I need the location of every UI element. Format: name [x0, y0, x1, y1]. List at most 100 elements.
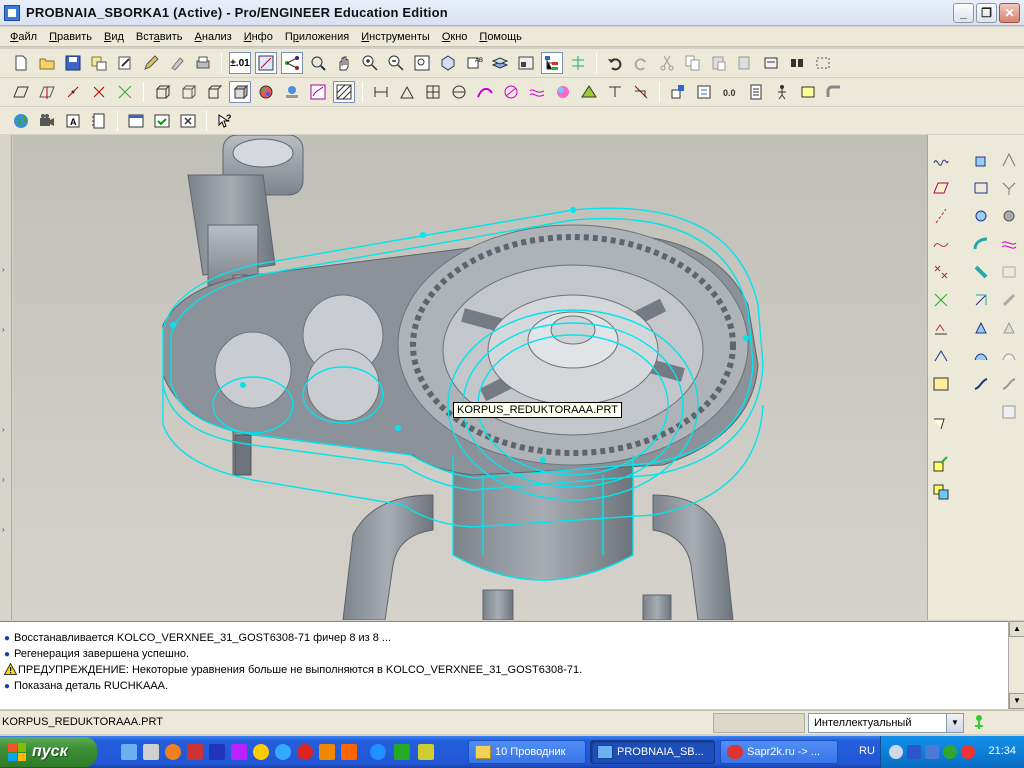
datum-plane-icon[interactable]	[930, 177, 952, 199]
expand-arrow-icon[interactable]: ›	[2, 525, 5, 534]
archive-icon[interactable]	[418, 744, 434, 760]
network-tray-icon[interactable]	[925, 745, 939, 759]
chamfer-icon[interactable]	[970, 289, 992, 311]
app-launcher-icon[interactable]	[143, 744, 159, 760]
task-browser[interactable]: Sapr2k.ru -> ...	[720, 740, 838, 764]
revolve-icon[interactable]	[970, 345, 992, 367]
csys-display-icon[interactable]	[88, 81, 110, 103]
parameters-icon[interactable]: 0.0	[719, 81, 741, 103]
open-folder-icon[interactable]	[36, 52, 58, 74]
pattern-icon[interactable]	[998, 233, 1020, 255]
media-icon[interactable]	[187, 744, 203, 760]
render-icon[interactable]	[307, 81, 329, 103]
language-indicator[interactable]: RU	[859, 745, 875, 757]
menu-view[interactable]: Вид	[98, 31, 130, 43]
graphics-viewport[interactable]: KORPUS_REDUKTORAAA.PRT	[13, 135, 927, 620]
shading-icon[interactable]	[229, 81, 251, 103]
selection-filter-dropdown[interactable]: Интеллектуальный ▼	[808, 713, 964, 733]
expand-arrow-icon[interactable]: ›	[2, 475, 5, 484]
scroll-up-icon[interactable]: ▲	[1009, 621, 1024, 637]
menu-tools[interactable]: Инструменты	[355, 31, 436, 43]
context-help-icon[interactable]: ?	[214, 110, 236, 132]
opera-icon[interactable]	[297, 744, 313, 760]
measure-diameter-icon[interactable]	[448, 81, 470, 103]
no-hidden-icon[interactable]	[203, 81, 225, 103]
expand-arrow-icon[interactable]: ›	[2, 325, 5, 334]
dihedral-icon[interactable]	[604, 81, 626, 103]
minimize-button[interactable]: _	[953, 3, 974, 23]
task-proengineer[interactable]: PROBNAIA_SB...	[590, 740, 715, 764]
merge-icon[interactable]	[998, 177, 1020, 199]
sweep-icon[interactable]	[970, 373, 992, 395]
zoom-out-icon[interactable]	[385, 52, 407, 74]
hatch-icon[interactable]	[333, 81, 355, 103]
new-file-icon[interactable]	[10, 52, 32, 74]
mirror-icon[interactable]	[998, 149, 1020, 171]
pan-hand-icon[interactable]	[333, 52, 355, 74]
note-icon[interactable]	[797, 81, 819, 103]
reflection-icon[interactable]	[578, 81, 600, 103]
component-icon[interactable]	[667, 81, 689, 103]
zoom-in-icon[interactable]	[359, 52, 381, 74]
globe-icon[interactable]	[10, 110, 32, 132]
bom-icon[interactable]	[745, 81, 767, 103]
camera-icon[interactable]	[36, 110, 58, 132]
disk-icon[interactable]	[209, 744, 225, 760]
datum-axes-display-icon[interactable]	[36, 81, 58, 103]
left-collapse-strip[interactable]: › › › › ›	[0, 135, 12, 620]
scene-icon[interactable]	[281, 81, 303, 103]
offset-tool-icon[interactable]	[930, 345, 952, 367]
message-scrollbar[interactable]: ▲ ▼	[1008, 621, 1024, 709]
hole-icon[interactable]	[970, 149, 992, 171]
refit-icon[interactable]	[411, 52, 433, 74]
measure-distance-icon[interactable]	[370, 81, 392, 103]
alert-icon[interactable]	[961, 745, 975, 759]
winamp-icon[interactable]	[253, 744, 269, 760]
model-tree-icon[interactable]	[541, 52, 563, 74]
copy-icon[interactable]	[682, 52, 704, 74]
relations-icon[interactable]	[693, 81, 715, 103]
datum-axis-tool-icon[interactable]	[930, 205, 952, 227]
menu-edit[interactable]: Править	[43, 31, 98, 43]
start-button[interactable]: пуск	[0, 737, 97, 767]
datum-plane-display-icon[interactable]	[10, 81, 32, 103]
window-checked-icon[interactable]	[151, 110, 173, 132]
extend-icon[interactable]	[998, 373, 1020, 395]
round-icon[interactable]	[970, 261, 992, 283]
antivirus-icon[interactable]	[943, 745, 957, 759]
notebook-icon[interactable]	[88, 110, 110, 132]
task-explorer[interactable]: 10 Проводник	[468, 740, 586, 764]
menu-analysis[interactable]: Анализ	[189, 31, 238, 43]
draft-check-icon[interactable]	[552, 81, 574, 103]
pencil-icon[interactable]	[140, 52, 162, 74]
section-icon[interactable]	[500, 81, 522, 103]
maximize-button[interactable]: ❐	[976, 3, 997, 23]
eraser-icon[interactable]	[166, 52, 188, 74]
redo-icon[interactable]	[630, 52, 652, 74]
expand-arrow-icon[interactable]: ›	[2, 425, 5, 434]
network-icon[interactable]	[370, 744, 386, 760]
shade-check-icon[interactable]	[630, 81, 652, 103]
view-manager-icon[interactable]	[515, 52, 537, 74]
paste-icon[interactable]	[708, 52, 730, 74]
tool-icon[interactable]	[319, 744, 335, 760]
pipe-icon[interactable]	[823, 81, 845, 103]
player-icon[interactable]	[231, 744, 247, 760]
menu-applications[interactable]: Приложения	[279, 31, 355, 43]
datum-axis-icon[interactable]	[281, 52, 303, 74]
datum-point-icon[interactable]	[930, 261, 952, 283]
regenerate-icon[interactable]	[760, 52, 782, 74]
fill-icon[interactable]	[998, 401, 1020, 423]
scroll-down-icon[interactable]: ▼	[1009, 693, 1024, 709]
find-icon[interactable]	[786, 52, 808, 74]
appearance-icon[interactable]	[255, 81, 277, 103]
selection-box-icon[interactable]	[812, 52, 834, 74]
paste-special-icon[interactable]	[734, 52, 756, 74]
offset-surface-icon[interactable]	[998, 345, 1020, 367]
text-icon[interactable]: A	[62, 110, 84, 132]
extrude-icon[interactable]	[970, 317, 992, 339]
solidify-icon[interactable]	[998, 317, 1020, 339]
window-activate-icon[interactable]	[125, 110, 147, 132]
undo-icon[interactable]	[604, 52, 626, 74]
intersect-icon[interactable]	[998, 261, 1020, 283]
